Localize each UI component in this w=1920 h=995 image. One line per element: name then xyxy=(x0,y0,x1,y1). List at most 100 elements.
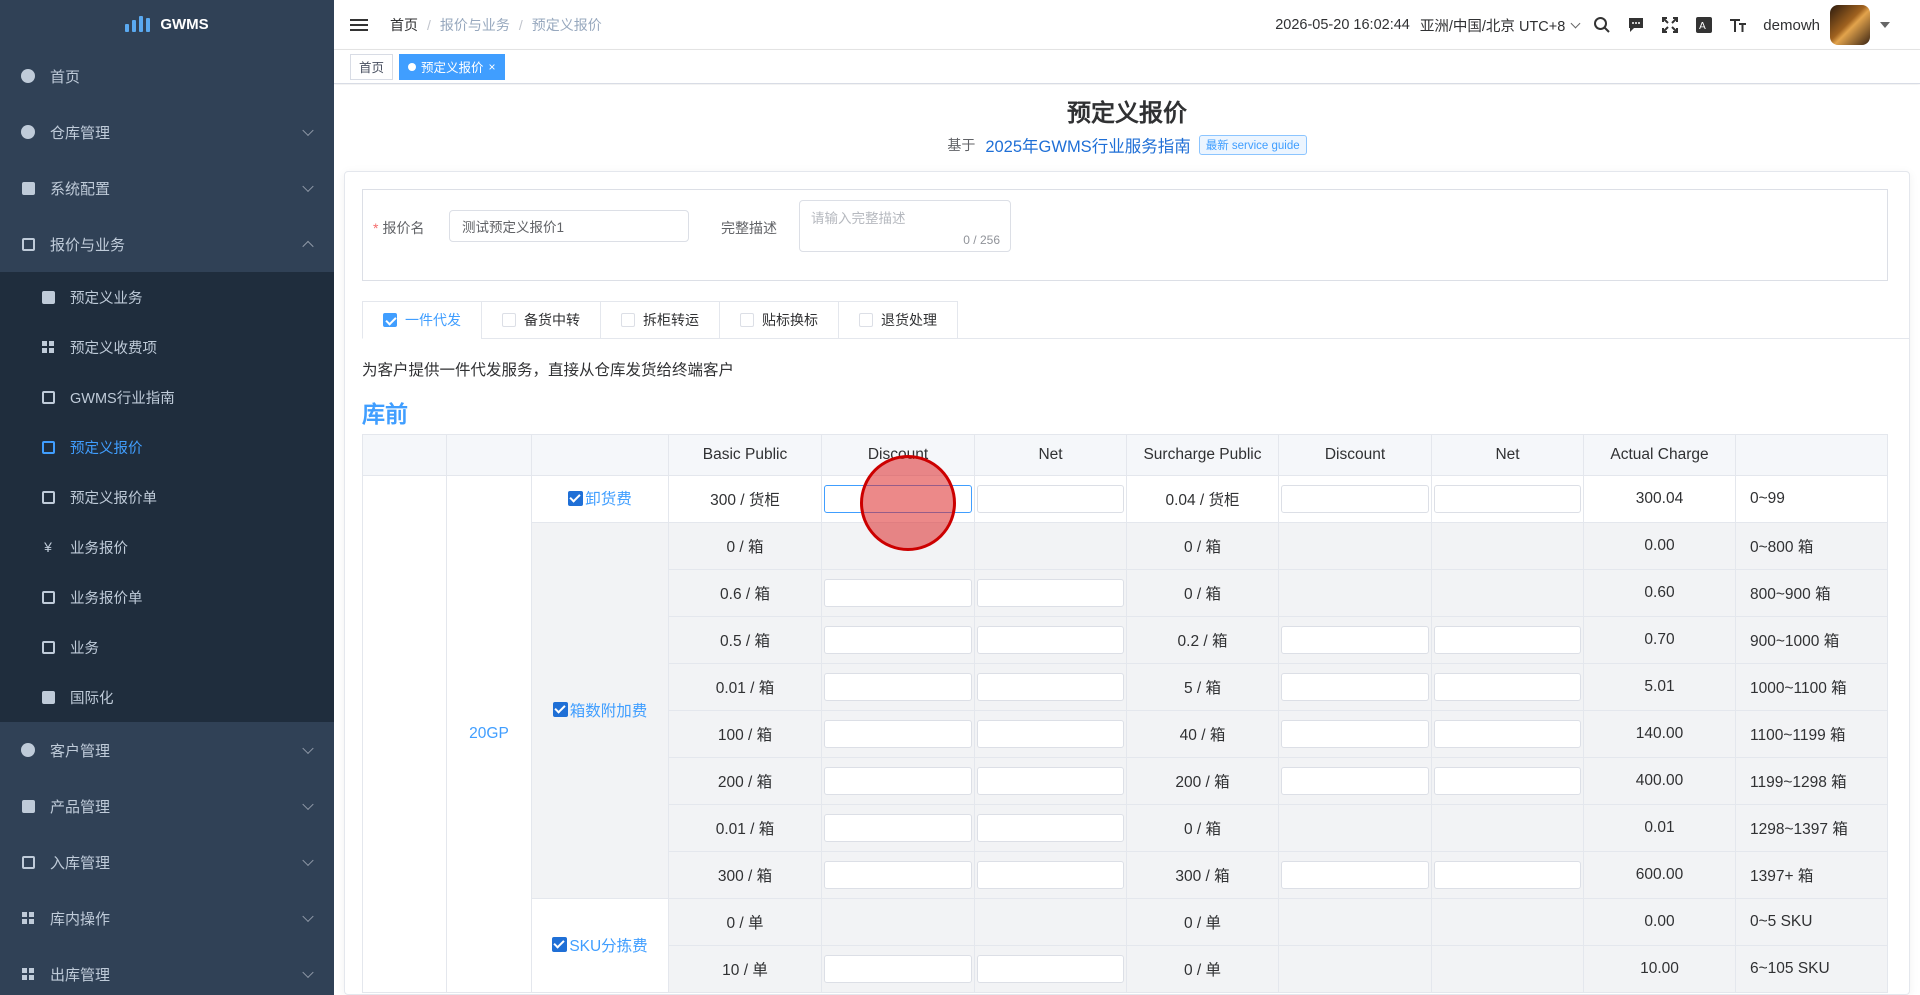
translate-icon[interactable]: A xyxy=(1693,14,1715,36)
surcharge-net-input[interactable] xyxy=(1434,720,1581,748)
discount-input[interactable] xyxy=(824,485,972,513)
net-input[interactable] xyxy=(977,955,1124,983)
surcharge-discount-input[interactable] xyxy=(1281,720,1429,748)
net-input[interactable] xyxy=(977,720,1124,748)
quote-name-input[interactable]: 测试预定义报价1 xyxy=(449,210,689,242)
checkbox-icon[interactable] xyxy=(859,313,873,327)
discount-input[interactable] xyxy=(824,626,972,654)
checkbox-checked-icon[interactable] xyxy=(552,702,568,718)
fee-category-label[interactable]: 箱数附加费 xyxy=(570,699,648,721)
sidebar-item-business-quote-sheet[interactable]: 业务报价单 xyxy=(0,572,334,622)
container-type-cell: 20GP xyxy=(446,475,532,993)
basic-public-cell: 0.01 / 箱 xyxy=(668,804,822,852)
cart-icon xyxy=(20,798,36,814)
net-cell xyxy=(974,757,1127,805)
message-icon[interactable] xyxy=(1625,14,1647,36)
discount-input[interactable] xyxy=(824,955,972,983)
sidebar-item-outbound[interactable]: 出库管理 xyxy=(0,946,334,995)
sidebar-item-business[interactable]: 业务 xyxy=(0,622,334,672)
sidebar-item-business-quote[interactable]: ¥ 业务报价 xyxy=(0,522,334,572)
discount-input[interactable] xyxy=(824,767,972,795)
checkbox-icon[interactable] xyxy=(621,313,635,327)
surcharge-net-input[interactable] xyxy=(1434,626,1581,654)
avatar[interactable] xyxy=(1830,5,1870,45)
sidebar-item-inventory[interactable]: 库内操作 xyxy=(0,890,334,946)
sidebar-item-predefined-business[interactable]: 预定义业务 xyxy=(0,272,334,322)
checkbox-icon[interactable] xyxy=(740,313,754,327)
sidebar-item-warehouse[interactable]: 仓库管理 xyxy=(0,104,334,160)
fee-category-label[interactable]: SKU分拣费 xyxy=(569,934,647,956)
sidebar-item-products[interactable]: 产品管理 xyxy=(0,778,334,834)
tag-predefined-quote[interactable]: 预定义报价 × xyxy=(399,53,505,80)
surcharge-net-input[interactable] xyxy=(1434,485,1581,513)
checkbox-checked-icon[interactable] xyxy=(552,937,568,953)
surcharge-public-cell: 5 / 箱 xyxy=(1126,663,1279,711)
net-input[interactable] xyxy=(977,485,1124,513)
surcharge-public-cell: 200 / 箱 xyxy=(1126,757,1279,805)
app-logo[interactable]: GWMS xyxy=(0,0,334,48)
breadcrumb-quote-business[interactable]: 报价与业务 xyxy=(440,15,510,35)
close-icon[interactable]: × xyxy=(489,60,496,74)
sidebar-item-label: 预定义报价单 xyxy=(70,490,157,507)
tab-returns[interactable]: 退货处理 xyxy=(838,301,958,339)
tab-stock-transfer[interactable]: 备货中转 xyxy=(481,301,600,339)
net-input[interactable] xyxy=(977,626,1124,654)
discount-input[interactable] xyxy=(824,673,972,701)
search-icon[interactable] xyxy=(1591,14,1613,36)
net-input[interactable] xyxy=(977,814,1124,842)
description-textarea[interactable]: 请输入完整描述 0 / 256 xyxy=(799,200,1011,252)
discount-input[interactable] xyxy=(824,861,972,889)
briefcase-icon xyxy=(40,639,56,655)
net-input[interactable] xyxy=(977,767,1124,795)
net-input[interactable] xyxy=(977,673,1124,701)
net-cell xyxy=(974,804,1127,852)
surcharge-discount-input[interactable] xyxy=(1281,626,1429,654)
discount-input[interactable] xyxy=(824,814,972,842)
surcharge-discount-input[interactable] xyxy=(1281,861,1429,889)
breadcrumb-home[interactable]: 首页 xyxy=(390,15,418,35)
hamburger-icon[interactable] xyxy=(350,16,368,34)
tab-relabel[interactable]: 贴标换标 xyxy=(719,301,838,339)
caret-down-icon[interactable] xyxy=(1880,22,1890,28)
checkbox-checked-icon[interactable] xyxy=(383,313,397,327)
surcharge-discount-input[interactable] xyxy=(1281,673,1429,701)
username[interactable]: demowh xyxy=(1763,17,1820,34)
sidebar-item-label: 客户管理 xyxy=(50,742,111,760)
surcharge-net-input[interactable] xyxy=(1434,861,1581,889)
checkbox-icon[interactable] xyxy=(502,313,516,327)
net-input[interactable] xyxy=(977,861,1124,889)
sidebar-item-predefined-fees[interactable]: 预定义收费项 xyxy=(0,322,334,372)
basic-public-cell: 0.6 / 箱 xyxy=(668,569,822,617)
fee-category-label[interactable]: 卸货费 xyxy=(585,487,632,509)
discount-cell xyxy=(821,898,975,946)
checkbox-checked-icon[interactable] xyxy=(568,490,584,506)
net-input[interactable] xyxy=(977,579,1124,607)
sidebar-item-home[interactable]: 首页 xyxy=(0,48,334,104)
tab-devanning[interactable]: 拆柜转运 xyxy=(600,301,719,339)
sidebar-item-quote[interactable]: 报价与业务 xyxy=(0,216,334,272)
fullscreen-icon[interactable] xyxy=(1659,14,1681,36)
sidebar-item-config[interactable]: 系统配置 xyxy=(0,160,334,216)
edit-icon xyxy=(40,489,56,505)
surcharge-discount-input[interactable] xyxy=(1281,767,1429,795)
surcharge-net-input[interactable] xyxy=(1434,673,1581,701)
guide-link[interactable]: 2025年GWMS行业服务指南 xyxy=(985,133,1190,157)
sidebar-item-inbound[interactable]: 入库管理 xyxy=(0,834,334,890)
sidebar-item-predefined-quote[interactable]: 预定义报价 xyxy=(0,422,334,472)
sidebar-item-predefined-quote-sheet[interactable]: 预定义报价单 xyxy=(0,472,334,522)
timezone-select[interactable]: 亚洲/中国/北京 UTC+8 xyxy=(1420,15,1581,36)
discount-input[interactable] xyxy=(824,720,972,748)
sidebar-item-label: 国际化 xyxy=(70,690,114,707)
surcharge-discount-input[interactable] xyxy=(1281,485,1429,513)
tab-label: 拆柜转运 xyxy=(643,312,699,328)
tag-home[interactable]: 首页 xyxy=(350,53,394,80)
surcharge-net-input[interactable] xyxy=(1434,767,1581,795)
discount-input[interactable] xyxy=(824,579,972,607)
based-on-label: 基于 xyxy=(947,137,976,153)
tab-dropship[interactable]: 一件代发 xyxy=(362,301,481,339)
sidebar-item-industry-guide[interactable]: GWMS行业指南 xyxy=(0,372,334,422)
sidebar-item-customers[interactable]: 客户管理 xyxy=(0,722,334,778)
font-size-icon[interactable] xyxy=(1727,14,1749,36)
surcharge-public-cell: 300 / 箱 xyxy=(1126,851,1279,899)
sidebar-item-i18n[interactable]: 国际化 xyxy=(0,672,334,722)
